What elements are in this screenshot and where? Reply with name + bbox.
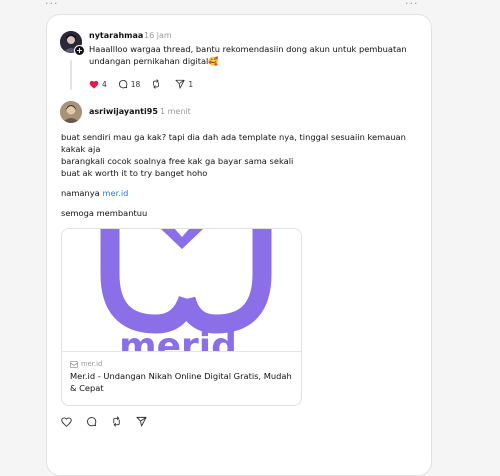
more-icon[interactable]: ··· bbox=[45, 0, 59, 10]
emoji-icon: 🥰 bbox=[208, 56, 219, 66]
comment-button[interactable] bbox=[86, 416, 100, 427]
preview-domain: mer.id bbox=[70, 360, 102, 368]
reply-actions bbox=[61, 416, 161, 427]
post-username[interactable]: nytarahmaa bbox=[89, 31, 143, 40]
comment-icon bbox=[118, 79, 128, 89]
heart-icon bbox=[89, 80, 99, 89]
repost-button[interactable] bbox=[111, 416, 125, 427]
like-button[interactable] bbox=[61, 416, 75, 427]
heart-icon bbox=[61, 416, 72, 427]
comment-count: 18 bbox=[130, 79, 141, 89]
reply-closing: semoga membantuu bbox=[61, 208, 148, 218]
comment-icon bbox=[87, 417, 97, 427]
merid-logo: merid bbox=[100, 229, 272, 351]
reply-username[interactable]: asriwijayanti95 bbox=[89, 107, 158, 116]
preview-domain-text: mer.id bbox=[81, 360, 103, 368]
reply-text-line: barangkali cocok soalnya free kak ga bay… bbox=[61, 156, 294, 166]
share-count: 1 bbox=[188, 79, 194, 89]
post-time: 16 jam bbox=[144, 31, 172, 40]
link-preview-card[interactable]: merid mer.id Mer.id - Undangan Nikah Onl… bbox=[61, 228, 302, 406]
send-icon bbox=[175, 79, 185, 89]
follow-plus-icon[interactable]: + bbox=[74, 45, 85, 56]
post-text-line: Haaallloo wargaa thread, bantu rekomenda… bbox=[89, 44, 407, 54]
thread-line bbox=[70, 60, 72, 90]
link-icon bbox=[70, 360, 78, 368]
comment-button[interactable]: 18 bbox=[118, 79, 141, 89]
repost-icon bbox=[153, 79, 160, 89]
avatar[interactable] bbox=[60, 101, 82, 123]
share-button[interactable]: 1 bbox=[175, 79, 193, 89]
reply-text-line: buat ak worth it to try banget hoho bbox=[61, 168, 208, 178]
reply-text-line: buat sendiri mau ga kak? tapi dia dah ad… bbox=[61, 132, 406, 142]
reply-text-prefix: namanya bbox=[61, 188, 103, 198]
preview-title: Mer.id - Undangan Nikah Online Digital G… bbox=[70, 371, 292, 393]
preview-divider bbox=[62, 351, 301, 352]
reply-text-line: kakak aja bbox=[61, 144, 101, 154]
like-count: 4 bbox=[102, 79, 107, 89]
like-button[interactable]: 4 bbox=[89, 80, 107, 89]
share-button[interactable] bbox=[136, 416, 150, 427]
preview-image-text: merid bbox=[119, 326, 237, 351]
send-icon bbox=[136, 416, 147, 427]
post-text-line: undangan pernikahan digital bbox=[89, 56, 209, 66]
post-text: Haaallloo wargaa thread, bantu rekomenda… bbox=[89, 43, 419, 67]
repost-button[interactable] bbox=[151, 79, 164, 89]
reply-name-line: namanya mer.id bbox=[61, 187, 128, 199]
post-actions: 4 18 1 bbox=[89, 79, 204, 89]
repost-icon bbox=[113, 416, 120, 427]
merid-link[interactable]: mer.id bbox=[102, 188, 128, 198]
more-icon[interactable]: ··· bbox=[405, 0, 419, 10]
preview-image: merid bbox=[62, 229, 301, 351]
reply-text: buat sendiri mau ga kak? tapi dia dah ad… bbox=[61, 131, 421, 179]
reply-time: 1 menit bbox=[160, 107, 191, 116]
